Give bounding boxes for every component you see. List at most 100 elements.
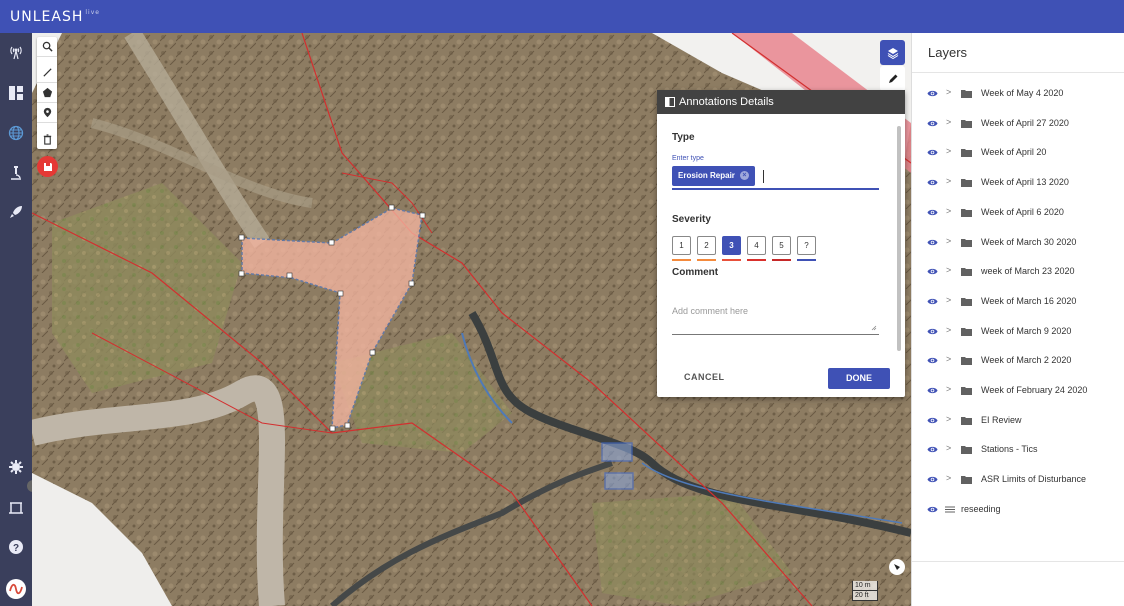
expand-chevron-icon[interactable]: > bbox=[946, 236, 951, 246]
visibility-eye-icon[interactable] bbox=[927, 386, 938, 395]
expand-chevron-icon[interactable]: > bbox=[946, 414, 951, 424]
search-tool-button[interactable] bbox=[37, 37, 57, 57]
dialog-scrollbar[interactable] bbox=[896, 118, 902, 358]
layer-item[interactable]: > Week of March 2 2020 bbox=[912, 351, 1124, 371]
edit-annotation-button[interactable] bbox=[880, 66, 905, 91]
left-nav: ? › bbox=[0, 33, 39, 606]
type-chip[interactable]: Erosion Repair × bbox=[672, 166, 755, 186]
layer-item[interactable]: > Week of April 13 2020 bbox=[912, 173, 1124, 193]
folder-icon bbox=[961, 179, 972, 188]
globe-icon[interactable] bbox=[7, 124, 25, 142]
expand-chevron-icon[interactable]: > bbox=[946, 87, 951, 97]
pencil-icon bbox=[888, 74, 897, 83]
visibility-eye-icon[interactable] bbox=[927, 178, 938, 187]
visibility-eye-icon[interactable] bbox=[927, 445, 938, 454]
severity-label: Severity bbox=[672, 214, 711, 225]
expand-chevron-icon[interactable]: > bbox=[946, 473, 951, 483]
visibility-eye-icon[interactable] bbox=[927, 297, 938, 306]
scroll-thumb[interactable] bbox=[897, 126, 901, 351]
layer-item[interactable]: > Week of April 27 2020 bbox=[912, 114, 1124, 134]
done-button[interactable]: DONE bbox=[828, 368, 890, 389]
line-tool-button[interactable] bbox=[37, 63, 57, 83]
dashboard-icon[interactable] bbox=[7, 84, 25, 102]
comment-textarea[interactable]: Add comment here bbox=[672, 297, 879, 335]
severity-color-bar bbox=[772, 259, 791, 261]
severity-option[interactable]: 2 bbox=[697, 236, 716, 255]
antenna-icon[interactable] bbox=[7, 43, 25, 61]
severity-color-bar bbox=[672, 259, 691, 261]
expand-chevron-icon[interactable]: > bbox=[946, 443, 951, 453]
scale-imperial: 20 ft bbox=[852, 591, 878, 601]
visibility-eye-icon[interactable] bbox=[927, 327, 938, 336]
layer-item[interactable]: > Week of March 30 2020 bbox=[912, 233, 1124, 253]
layers-toggle-button[interactable] bbox=[880, 40, 905, 65]
user-logo-icon[interactable] bbox=[5, 578, 27, 600]
expand-chevron-icon[interactable]: > bbox=[946, 117, 951, 127]
folder-icon bbox=[961, 90, 972, 98]
annotations-details-dialog: Annotations Details Type Enter type Eros… bbox=[657, 90, 905, 397]
cancel-button[interactable]: CANCEL bbox=[684, 372, 725, 382]
folder-icon bbox=[961, 149, 972, 158]
app-logo[interactable]: UNLEASH live bbox=[10, 9, 100, 25]
severity-option[interactable]: ? bbox=[797, 236, 816, 255]
settings-icon[interactable] bbox=[7, 458, 25, 476]
expand-chevron-icon[interactable]: > bbox=[946, 325, 951, 335]
folder-icon bbox=[961, 387, 972, 395]
save-icon bbox=[43, 162, 52, 171]
expand-chevron-icon[interactable]: > bbox=[946, 384, 951, 394]
layer-item[interactable]: > week of March 23 2020 bbox=[912, 262, 1124, 282]
visibility-eye-icon[interactable] bbox=[927, 505, 938, 514]
layer-item[interactable]: > Week of April 20 bbox=[912, 143, 1124, 163]
delete-tool-button[interactable] bbox=[37, 129, 57, 149]
layer-item[interactable]: reseeding bbox=[912, 500, 1124, 520]
resize-handle-icon[interactable] bbox=[871, 325, 877, 331]
severity-option[interactable]: 3 bbox=[722, 236, 741, 255]
dialog-body: Type Enter type Erosion Repair × Severity… bbox=[657, 114, 895, 357]
expand-chevron-icon[interactable]: > bbox=[946, 354, 951, 364]
layer-item[interactable]: > Week of March 9 2020 bbox=[912, 322, 1124, 342]
visibility-eye-icon[interactable] bbox=[927, 89, 938, 98]
expand-chevron-icon[interactable]: > bbox=[946, 295, 951, 305]
severity-color-bar bbox=[797, 259, 816, 261]
visibility-eye-icon[interactable] bbox=[927, 208, 938, 217]
chip-remove-icon[interactable]: × bbox=[739, 171, 749, 181]
search-icon bbox=[42, 41, 53, 52]
visibility-eye-icon[interactable] bbox=[927, 267, 938, 276]
layer-item[interactable]: > Week of May 4 2020 bbox=[912, 84, 1124, 104]
visibility-eye-icon[interactable] bbox=[927, 119, 938, 128]
visibility-eye-icon[interactable] bbox=[927, 238, 938, 247]
marker-tool-button[interactable] bbox=[37, 103, 57, 123]
reset-north-button[interactable] bbox=[889, 559, 905, 575]
layer-item[interactable]: > EI Review bbox=[912, 411, 1124, 431]
layer-item[interactable]: > Week of February 24 2020 bbox=[912, 381, 1124, 401]
severity-option[interactable]: 1 bbox=[672, 236, 691, 255]
save-button[interactable] bbox=[37, 156, 58, 177]
visibility-eye-icon[interactable] bbox=[927, 356, 938, 365]
microscope-icon[interactable] bbox=[7, 164, 25, 182]
severity-color-bar bbox=[697, 259, 716, 261]
help-icon[interactable]: ? bbox=[7, 538, 25, 556]
expand-chevron-icon[interactable]: > bbox=[946, 146, 951, 156]
visibility-eye-icon[interactable] bbox=[927, 148, 938, 157]
layer-item[interactable]: > Stations - Tics bbox=[912, 440, 1124, 460]
layers-title: Layers bbox=[928, 45, 968, 60]
rocket-icon[interactable] bbox=[7, 203, 25, 221]
severity-option[interactable]: 4 bbox=[747, 236, 766, 255]
delete-icon bbox=[43, 133, 51, 145]
layer-item[interactable]: > Week of March 16 2020 bbox=[912, 292, 1124, 312]
expand-chevron-icon[interactable]: > bbox=[946, 206, 951, 216]
layer-item[interactable]: > ASR Limits of Disturbance bbox=[912, 470, 1124, 490]
map-toolbar bbox=[37, 37, 57, 149]
layer-item[interactable]: > Week of April 6 2020 bbox=[912, 203, 1124, 223]
polygon-tool-button[interactable] bbox=[37, 83, 57, 103]
layers-panel: Layers > Week of May 4 2020 > Week of April… bbox=[911, 33, 1124, 606]
visibility-eye-icon[interactable] bbox=[927, 475, 938, 484]
expand-chevron-icon[interactable]: > bbox=[946, 265, 951, 275]
expand-chevron-icon[interactable]: > bbox=[946, 176, 951, 186]
severity-option[interactable]: 5 bbox=[772, 236, 791, 255]
compass-icon bbox=[894, 564, 900, 570]
type-input[interactable]: Erosion Repair × bbox=[672, 166, 879, 190]
visibility-eye-icon[interactable] bbox=[927, 416, 938, 425]
panel-icon bbox=[665, 97, 675, 107]
survey-icon[interactable] bbox=[7, 498, 25, 516]
